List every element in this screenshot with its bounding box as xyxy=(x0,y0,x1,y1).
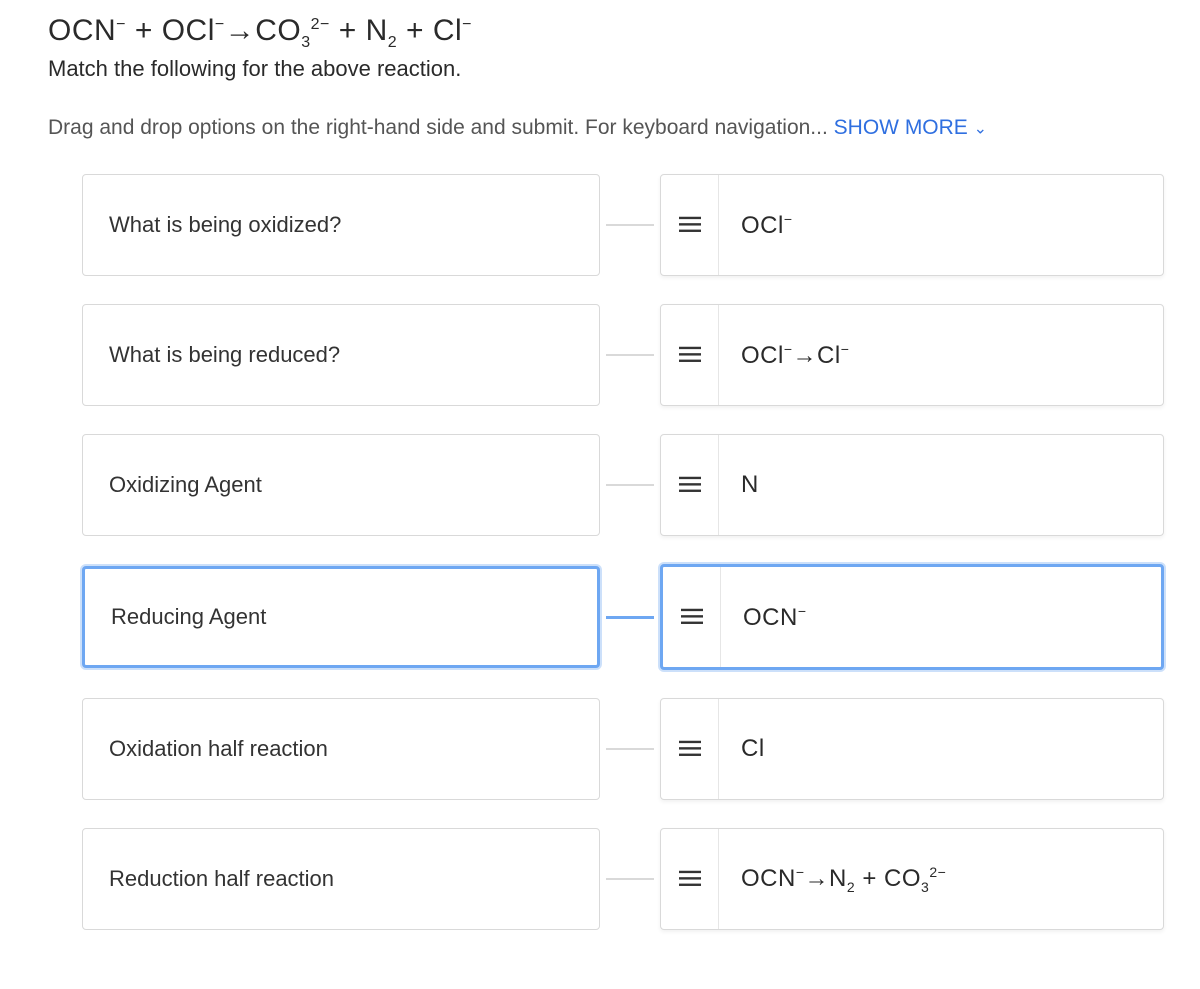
match-answer[interactable]: Cl xyxy=(660,698,1164,800)
show-more-link[interactable]: SHOW MORE ⌄ xyxy=(834,116,987,139)
drag-handle-icon[interactable] xyxy=(661,699,719,799)
match-answer[interactable]: OCN− xyxy=(660,564,1164,670)
instructions-prefix: Drag and drop options on the right-hand … xyxy=(48,116,834,139)
match-answer[interactable]: N xyxy=(660,434,1164,536)
match-connector xyxy=(606,748,654,750)
drag-handle-icon[interactable] xyxy=(663,567,721,667)
match-prompt[interactable]: What is being reduced? xyxy=(82,304,600,406)
drag-handle-icon[interactable] xyxy=(661,305,719,405)
match-row: What is being reduced? OCl−→Cl− xyxy=(48,304,1164,406)
match-connector xyxy=(606,224,654,226)
match-row: Reducing Agent OCN− xyxy=(48,564,1164,670)
question-subtitle: Match the following for the above reacti… xyxy=(48,56,1164,82)
match-answer[interactable]: OCN−→N2 + CO32− xyxy=(660,828,1164,930)
instructions-text: Drag and drop options on the right-hand … xyxy=(48,116,1164,140)
match-answer-text: OCl− xyxy=(719,211,815,240)
match-row: What is being oxidized? OCl− xyxy=(48,174,1164,276)
match-row: Reduction half reaction OCN−→N2 + CO32− xyxy=(48,828,1164,930)
drag-handle-icon[interactable] xyxy=(661,175,719,275)
match-row: Oxidizing Agent N xyxy=(48,434,1164,536)
match-prompt[interactable]: What is being oxidized? xyxy=(82,174,600,276)
drag-handle-icon[interactable] xyxy=(661,829,719,929)
match-connector xyxy=(606,354,654,356)
match-connector xyxy=(606,878,654,880)
match-answer[interactable]: OCl−→Cl− xyxy=(660,304,1164,406)
match-answer[interactable]: OCl− xyxy=(660,174,1164,276)
match-answer-text: N xyxy=(719,471,781,499)
match-prompt[interactable]: Reducing Agent xyxy=(82,566,600,668)
match-row: Oxidation half reaction Cl xyxy=(48,698,1164,800)
match-answer-text: OCl−→Cl− xyxy=(719,341,871,370)
drag-handle-icon[interactable] xyxy=(661,435,719,535)
match-prompt[interactable]: Oxidation half reaction xyxy=(82,698,600,800)
match-connector xyxy=(606,616,654,619)
match-answer-text: OCN−→N2 + CO32− xyxy=(719,864,968,895)
match-prompt[interactable]: Reduction half reaction xyxy=(82,828,600,930)
match-connector xyxy=(606,484,654,486)
matching-grid: What is being oxidized?OCl−What is being… xyxy=(48,174,1164,930)
match-prompt[interactable]: Oxidizing Agent xyxy=(82,434,600,536)
match-answer-text: Cl xyxy=(719,735,787,763)
chevron-down-icon: ⌄ xyxy=(974,120,987,137)
reaction-equation: OCN− + OCl−→CO32− + N2 + Cl− xyxy=(48,14,1164,52)
match-answer-text: OCN− xyxy=(721,603,829,632)
